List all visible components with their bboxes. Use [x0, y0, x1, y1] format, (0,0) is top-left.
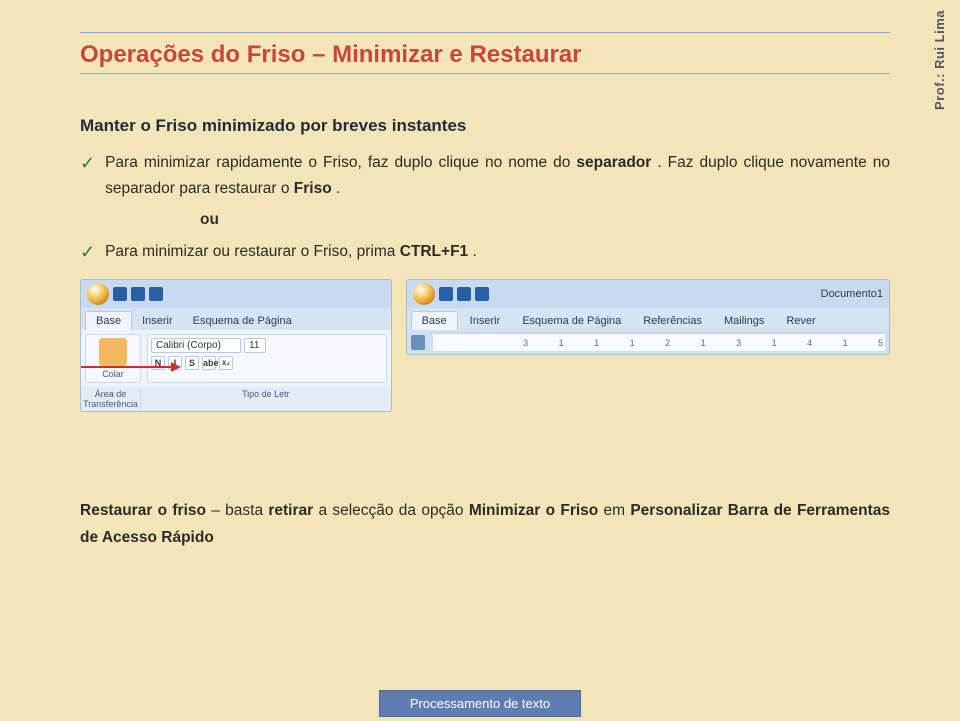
footer: Processamento de texto	[0, 690, 960, 717]
tab-esquema[interactable]: Esquema de Página	[183, 312, 302, 330]
page-title: Operações do Friso – Minimizar e Restaur…	[80, 41, 890, 69]
checkmark-icon: ✓	[80, 151, 95, 176]
paste-label: Colar	[102, 369, 124, 379]
rule-top	[80, 32, 890, 33]
tab-mailings[interactable]: Mailings	[714, 312, 774, 330]
group-font: Calibri (Corpo) 11 N I S abe x₂	[147, 334, 387, 383]
font-name-select[interactable]: Calibri (Corpo)	[151, 338, 241, 353]
bullet-2-text-a: Para minimizar ou restaurar o Friso, pri…	[105, 243, 400, 260]
strike-button[interactable]: abe	[202, 356, 216, 370]
checkmark-icon: ✓	[80, 240, 95, 265]
restore-bold-c: Minimizar o Friso	[469, 502, 598, 519]
or-label: ou	[200, 211, 890, 229]
arrow-icon	[81, 366, 179, 368]
screenshot-ribbon-expanded: Base Inserir Esquema de Página Colar Cal…	[80, 279, 392, 412]
bullet-1: ✓ Para minimizar rapidamente o Friso, fa…	[80, 150, 890, 201]
tab-esquema[interactable]: Esquema de Página	[512, 312, 631, 330]
group-label-clipboard: Área de Transferência	[81, 387, 141, 411]
bullet-1-text-a: Para minimizar rapidamente o Friso, faz …	[105, 154, 576, 171]
author-label: Prof.: Rui Lima	[932, 10, 947, 110]
bullet-2: ✓ Para minimizar ou restaurar o Friso, p…	[80, 239, 890, 265]
tab-inserir[interactable]: Inserir	[132, 312, 183, 330]
bullet-1-bold-a: separador	[576, 154, 651, 171]
restore-bold-b: retirar	[268, 502, 313, 519]
footer-label: Processamento de texto	[379, 690, 581, 717]
office-button-icon[interactable]	[413, 283, 435, 305]
qat-redo-icon[interactable]	[475, 287, 489, 301]
horizontal-ruler: 3 1 1 1 2 1 3 1 4 1 5	[433, 333, 885, 351]
paste-icon[interactable]	[99, 338, 127, 366]
tab-referencias[interactable]: Referências	[633, 312, 712, 330]
subscript-button[interactable]: x₂	[219, 356, 233, 370]
bullet-2-text-b: .	[472, 243, 476, 260]
doc-title-label: Documento1	[821, 288, 883, 300]
tab-base[interactable]: Base	[85, 311, 132, 330]
qat-save-icon[interactable]	[113, 287, 127, 301]
ruler-toggle-icon[interactable]	[411, 335, 426, 350]
bullet-1-bold-b: Friso	[294, 180, 332, 197]
restore-text-b: a selecção da opção	[318, 502, 468, 519]
qat-save-icon[interactable]	[439, 287, 453, 301]
bullet-2-bold: CTRL+F1	[400, 243, 468, 260]
tab-inserir[interactable]: Inserir	[460, 312, 511, 330]
restore-text-c: em	[604, 502, 631, 519]
restore-paragraph: Restaurar o friso – basta retirar a sele…	[80, 498, 890, 551]
qat-undo-icon[interactable]	[457, 287, 471, 301]
screenshot-ribbon-minimized: Documento1 Base Inserir Esquema de Págin…	[406, 279, 890, 355]
screenshots-row: Base Inserir Esquema de Página Colar Cal…	[80, 279, 890, 412]
underline-button[interactable]: S	[185, 356, 199, 370]
bullet-1-text-c: .	[336, 180, 340, 197]
restore-bold-a: Restaurar o friso	[80, 502, 206, 519]
tab-base[interactable]: Base	[411, 311, 458, 330]
qat-redo-icon[interactable]	[149, 287, 163, 301]
group-label-font: Tipo de Letr	[141, 387, 391, 411]
office-button-icon[interactable]	[87, 283, 109, 305]
section-subtitle: Manter o Friso minimizado por breves ins…	[80, 116, 890, 136]
qat-undo-icon[interactable]	[131, 287, 145, 301]
font-size-select[interactable]: 11	[244, 338, 266, 353]
restore-text-a: – basta	[211, 502, 268, 519]
tab-rever[interactable]: Rever	[776, 312, 825, 330]
group-clipboard: Colar	[85, 334, 141, 383]
rule-bottom	[80, 73, 890, 74]
